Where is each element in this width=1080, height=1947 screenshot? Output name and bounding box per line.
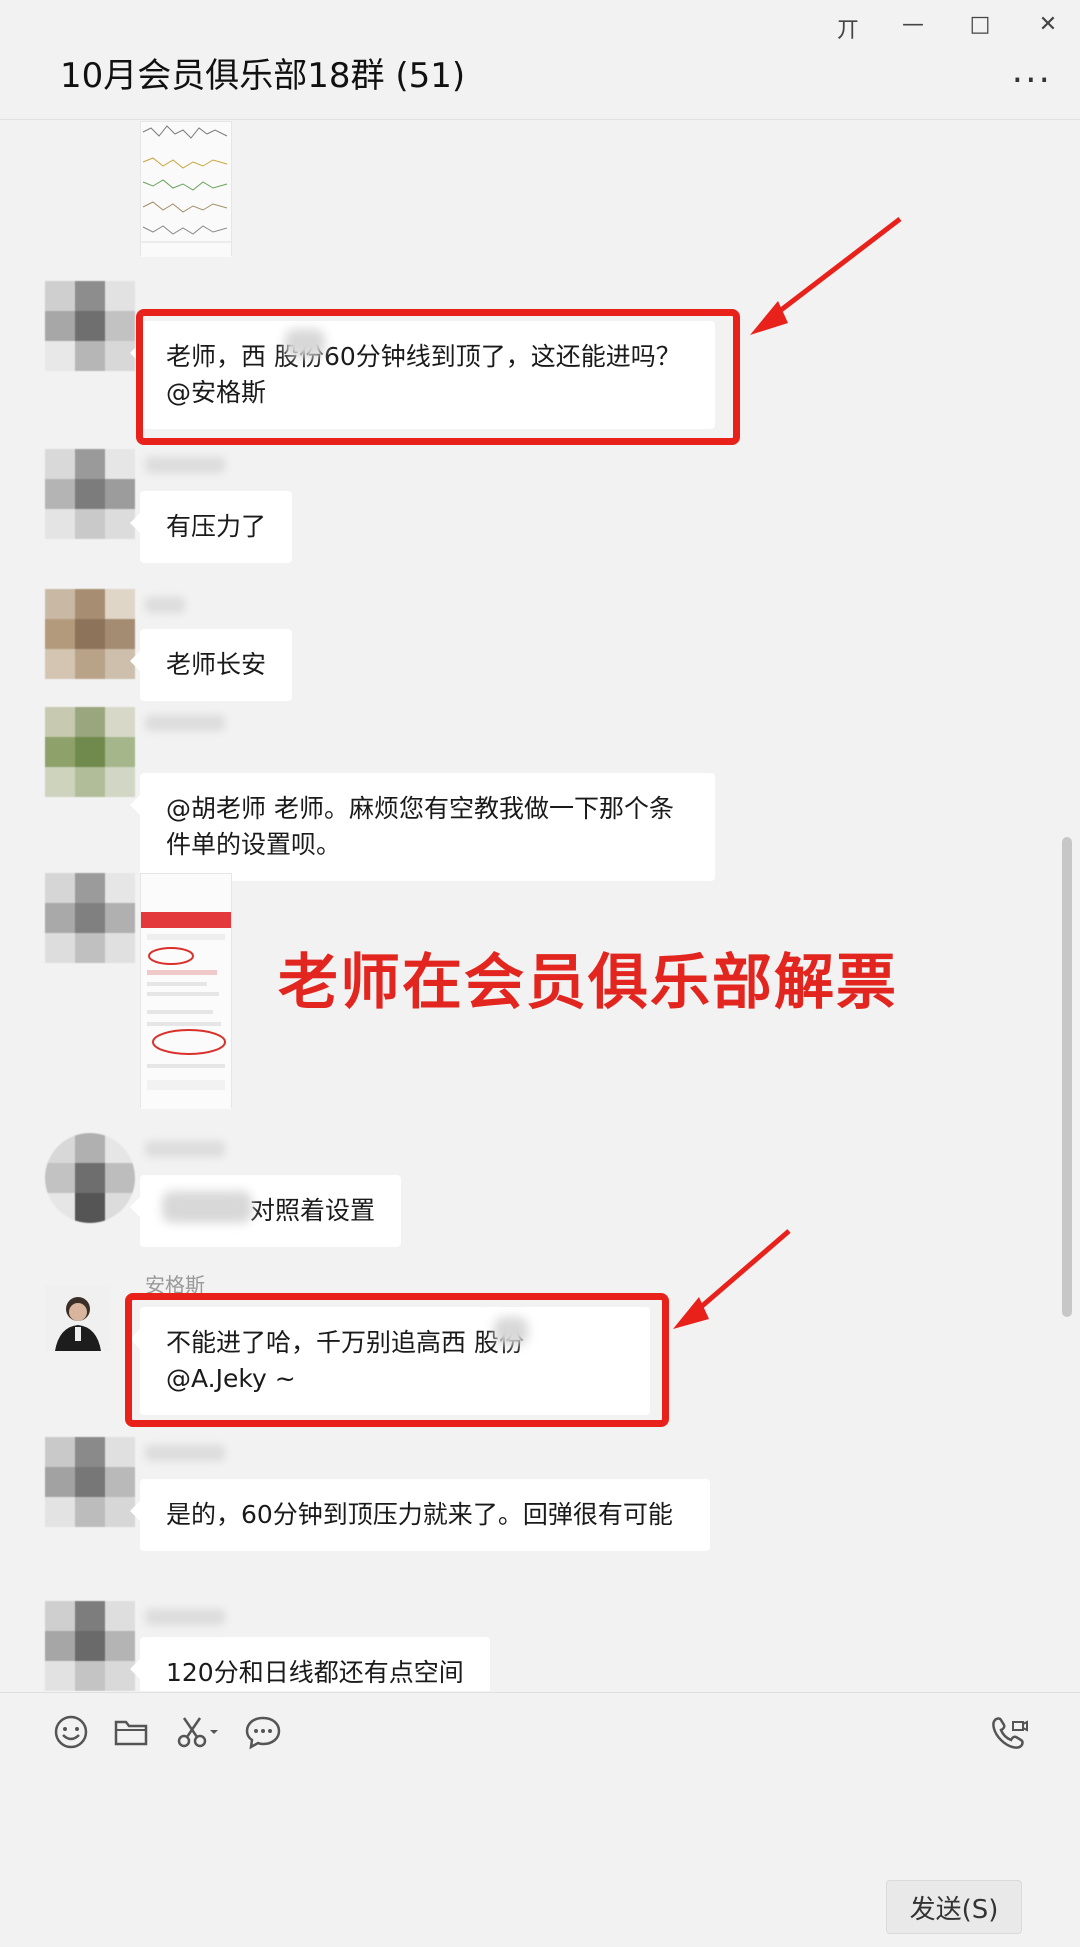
- avatar[interactable]: [45, 1437, 135, 1527]
- chat-title: 10月会员俱乐部18群 (51): [60, 56, 466, 96]
- chart-image-thumbnail[interactable]: [140, 121, 232, 257]
- chat-scrollbar[interactable]: [1062, 837, 1072, 1317]
- scissors-icon[interactable]: [168, 1707, 228, 1757]
- phone-video-icon[interactable]: [984, 1707, 1034, 1757]
- maximize-button[interactable]: □: [960, 12, 1000, 37]
- avatar[interactable]: [45, 449, 135, 539]
- chat-message-list[interactable]: 老师，西 股份60分钟线到顶了，这还能进吗？@安格斯 有压力了 老师长安 @胡老…: [0, 121, 1080, 1691]
- avatar[interactable]: [45, 707, 135, 797]
- nickname-blurred: [145, 597, 185, 613]
- message-bubble[interactable]: 120分和日线都还有点空间: [130, 1637, 490, 1691]
- message-bubble[interactable]: 有压力了: [129, 491, 293, 563]
- avatar[interactable]: [45, 1601, 135, 1691]
- highlight-box: [136, 309, 740, 445]
- title-bar: 10月会员俱乐部18群 (51) 丌 — □ ✕ ···: [0, 0, 1080, 120]
- nickname-blurred: [145, 1141, 225, 1157]
- message-input[interactable]: [0, 1772, 1080, 1872]
- highlight-box: [125, 1293, 669, 1427]
- close-button[interactable]: ✕: [1028, 12, 1068, 37]
- overlay-caption: 老师在会员俱乐部解票: [278, 948, 898, 1018]
- nickname-blurred: [145, 457, 225, 473]
- avatar[interactable]: [45, 589, 135, 679]
- input-toolbar: [0, 1692, 1080, 1772]
- avatar-angus[interactable]: [45, 1285, 111, 1351]
- message-bubble[interactable]: @胡老师 老师。麻烦您有空教我做一下那个条件单的设置呗。: [130, 773, 715, 881]
- avatar[interactable]: [45, 873, 135, 963]
- arrow-annotation: [750, 217, 902, 335]
- more-options-button[interactable]: ···: [1012, 60, 1052, 101]
- message-bubble[interactable]: 老师长安: [129, 629, 293, 701]
- chat-bubble-icon[interactable]: [238, 1707, 288, 1757]
- phone-screenshot-image[interactable]: [140, 873, 232, 1109]
- minimize-button[interactable]: —: [893, 12, 933, 37]
- nickname-blurred: [145, 1445, 225, 1461]
- redaction-blur: [162, 1191, 252, 1223]
- emoji-icon[interactable]: [46, 1707, 96, 1757]
- pin-icon[interactable]: 丌: [828, 12, 868, 44]
- arrow-annotation: [673, 1229, 791, 1329]
- send-button[interactable]: 发送(S): [886, 1880, 1022, 1934]
- avatar[interactable]: [45, 1133, 135, 1223]
- message-bubble[interactable]: 是的，60分钟到顶压力就来了。回弹很有可能: [130, 1479, 710, 1551]
- folder-icon[interactable]: [106, 1707, 156, 1757]
- avatar[interactable]: [45, 281, 135, 371]
- nickname-blurred: [145, 1609, 225, 1625]
- nickname-blurred: [145, 715, 225, 731]
